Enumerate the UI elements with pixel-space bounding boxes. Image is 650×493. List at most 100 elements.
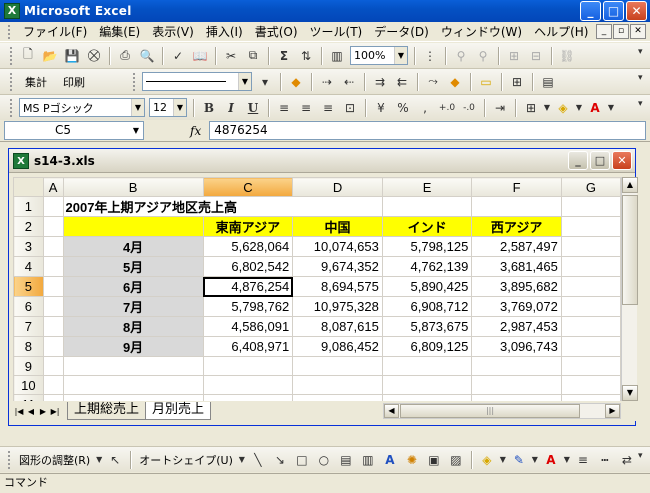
horizontal-scrollbar[interactable]: ◀ ||| ▶ [383,403,621,419]
row-header[interactable]: 9 [13,356,44,376]
sort-ascending-icon[interactable]: ⇅ [296,46,316,66]
row-header[interactable]: 1 [13,196,44,217]
value-cell[interactable]: 2,587,497 [471,236,562,257]
cell[interactable] [381,375,473,395]
toolbar-overflow-icon[interactable]: ▾ [638,73,648,91]
textbox-icon[interactable]: ▤ [336,450,356,470]
trace-dependents-icon[interactable]: ⇉ [370,72,390,92]
print-icon[interactable]: ⎙ [115,46,135,66]
column-header[interactable]: A [42,177,64,197]
bold-button[interactable]: B [199,98,219,118]
workbook-close-button[interactable]: ✕ [612,151,632,170]
chart-wizard-icon[interactable]: ▥ [327,46,347,66]
review-icon[interactable]: ⚲ [451,46,471,66]
row-header[interactable]: 8 [13,336,44,357]
header-cell[interactable]: 西アジア [471,216,562,237]
workbook-maximize-button[interactable]: □ [590,151,610,170]
watch-window-icon[interactable]: ▤ [538,72,558,92]
picture-icon[interactable]: ▨ [446,450,466,470]
cell[interactable] [560,236,621,257]
toolbar-overflow-icon[interactable]: ▾ [638,451,648,469]
tally-button[interactable]: 集計 [17,74,55,90]
cell[interactable] [202,375,294,395]
row-header[interactable]: 7 [13,316,44,337]
cell[interactable] [560,216,621,237]
sheet-title-cell[interactable]: 2007年上期アジア地区売上高 [62,196,383,217]
value-cell[interactable]: 10,074,653 [292,236,383,257]
last-sheet-icon[interactable]: ▶| [49,407,61,416]
trace-precedents-icon[interactable]: ⇢ [317,72,337,92]
research-icon[interactable]: 📖 [190,46,210,66]
cell[interactable] [42,196,64,217]
scroll-left-icon[interactable]: ◀ [384,404,399,418]
grid2-icon[interactable]: ⊟ [526,46,546,66]
value-cell[interactable]: 3,681,465 [471,256,562,277]
header-blank-cell[interactable] [62,216,204,237]
font-size-select[interactable]: 12 ▼ [149,98,187,117]
value-cell[interactable]: 9,086,452 [292,336,383,357]
value-cell[interactable]: 5,798,762 [202,296,294,317]
merge-center-icon[interactable]: ⊡ [340,98,360,118]
font-color-icon[interactable]: A [585,98,605,118]
month-cell[interactable]: 7月 [62,296,204,317]
chevron-down-icon[interactable]: ▼ [543,98,551,118]
cell[interactable] [560,316,621,337]
column-header[interactable]: G [560,177,621,197]
font-color-icon[interactable]: A [541,450,561,470]
cell[interactable] [42,276,64,297]
align-right-icon[interactable]: ≡ [318,98,338,118]
cell[interactable] [381,356,473,376]
line-style-select[interactable]: ▼ [142,72,252,91]
line-color-icon[interactable]: ✎ [509,450,529,470]
row-header-active[interactable]: 5 [13,276,44,297]
row-header[interactable]: 3 [13,236,44,257]
close-button[interactable]: ✕ [626,1,647,21]
cell[interactable] [42,296,64,317]
cell[interactable] [560,196,621,217]
month-cell[interactable]: 9月 [62,336,204,357]
cell[interactable] [292,356,383,376]
menu-file[interactable]: ファイル(F) [17,23,93,40]
link-icon[interactable]: ⛓ [557,46,577,66]
value-cell[interactable]: 5,890,425 [381,276,473,297]
cell[interactable] [381,196,473,217]
formula-input[interactable]: 4876254 [209,121,646,140]
menu-data[interactable]: データ(D) [368,23,435,40]
italic-button[interactable]: I [221,98,241,118]
cell[interactable] [42,336,64,357]
chevron-down-icon[interactable]: ▼ [563,450,571,470]
cell[interactable] [471,196,562,217]
spelling-icon[interactable]: ✓ [168,46,188,66]
doc-minimize-button[interactable]: _ [596,24,612,39]
borders-icon[interactable]: ⊞ [521,98,541,118]
scroll-up-icon[interactable]: ▲ [622,177,638,193]
decrease-decimal-icon[interactable]: -.0 [459,98,479,118]
month-cell[interactable]: 5月 [62,256,204,277]
sheet-tab-first-half-total[interactable]: 上期総売上 [67,402,147,420]
select-objects-icon[interactable]: ↖ [105,450,125,470]
sheet-grid[interactable]: A B C D E F G 1 2007年上期アジア地区売上高 2 東南アジア … [13,177,621,401]
sheet-tab-monthly-sales[interactable]: 月別売上 [145,402,212,420]
cell[interactable] [560,256,621,277]
vertical-scrollbar[interactable]: ▲ ▼ [621,177,638,401]
next-sheet-icon[interactable]: ▶ [37,407,49,416]
cell[interactable] [42,316,64,337]
cell[interactable] [560,356,621,376]
row-header[interactable]: 6 [13,296,44,317]
cell[interactable] [42,236,64,257]
value-cell[interactable]: 5,798,125 [381,236,473,257]
select-all-corner[interactable] [13,177,44,197]
oval-icon[interactable]: ○ [314,450,334,470]
new-icon[interactable]: 🗋 [18,46,38,66]
comma-button[interactable]: , [415,98,435,118]
zoom-select[interactable]: 100% ▼ [350,46,408,65]
chevron-down-icon[interactable]: ▼ [499,450,507,470]
minimize-button[interactable]: _ [580,1,601,21]
autosum-icon[interactable]: Σ [274,46,294,66]
value-cell[interactable]: 5,873,675 [381,316,473,337]
function-icon[interactable]: fx [190,124,201,138]
cell[interactable] [42,216,64,237]
workbook-minimize-button[interactable]: _ [568,151,588,170]
open-icon[interactable]: 📂 [40,46,60,66]
cell[interactable] [62,356,204,376]
